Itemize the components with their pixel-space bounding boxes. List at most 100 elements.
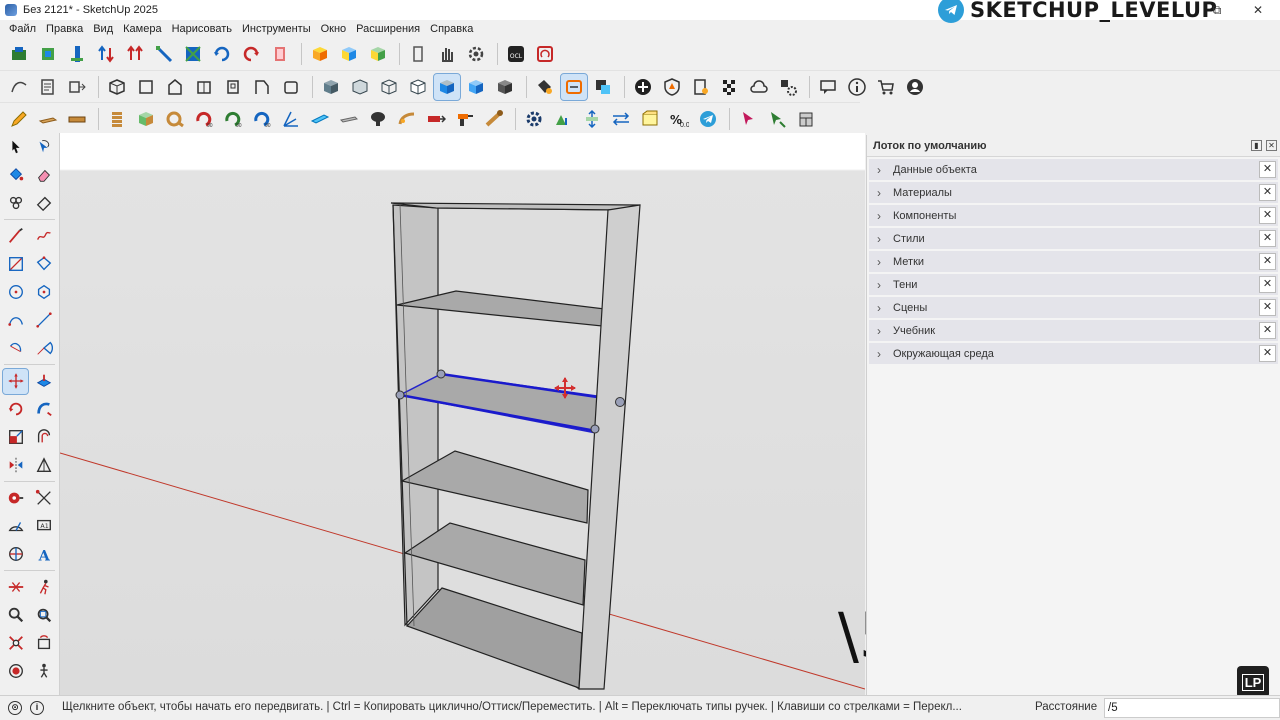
panel-entity-info[interactable]: › Данные объекта ✕ bbox=[869, 159, 1278, 180]
paint-bucket-icon[interactable] bbox=[3, 163, 28, 188]
ext-sheet-icon[interactable] bbox=[35, 74, 61, 100]
panel-close-icon[interactable]: ✕ bbox=[1259, 276, 1276, 293]
rotated-rectangle-icon[interactable] bbox=[31, 252, 56, 277]
panel-close-icon[interactable]: ✕ bbox=[1259, 299, 1276, 316]
ext-select-icon[interactable] bbox=[6, 41, 32, 67]
tape-measure-icon[interactable] bbox=[3, 486, 28, 511]
checker-icon[interactable] bbox=[717, 74, 743, 100]
3d-viewport[interactable] bbox=[60, 133, 865, 695]
line-pencil-icon[interactable] bbox=[3, 224, 28, 249]
telegram-small-icon[interactable] bbox=[695, 106, 721, 132]
info-status-icon[interactable]: i bbox=[30, 701, 44, 715]
zoom-window-icon[interactable] bbox=[31, 603, 56, 628]
dimension-vertical-icon[interactable] bbox=[579, 106, 605, 132]
menu-help[interactable]: Справка bbox=[425, 23, 478, 35]
gear-icon[interactable] bbox=[463, 41, 489, 67]
ext-panel-icon[interactable] bbox=[267, 41, 293, 67]
tray-close-icon[interactable]: ✕ bbox=[1266, 140, 1277, 151]
tree-person-icon[interactable] bbox=[550, 106, 576, 132]
cube-green-icon[interactable] bbox=[133, 106, 159, 132]
move-tool-icon[interactable] bbox=[2, 367, 29, 395]
text-tool-icon[interactable]: A1 bbox=[31, 514, 56, 539]
style-textures-icon[interactable] bbox=[463, 74, 489, 100]
zoom-extents-icon[interactable] bbox=[3, 631, 28, 656]
view-iso-icon[interactable] bbox=[104, 74, 130, 100]
swap-arrows-icon[interactable] bbox=[608, 106, 634, 132]
panel-grey-icon[interactable] bbox=[336, 106, 362, 132]
panel-materials[interactable]: › Материалы ✕ bbox=[869, 182, 1278, 203]
offset-icon[interactable] bbox=[31, 425, 56, 450]
panel-close-icon[interactable]: ✕ bbox=[1259, 184, 1276, 201]
box-green-icon[interactable] bbox=[365, 41, 391, 67]
door-icon[interactable] bbox=[405, 41, 431, 67]
panel-close-icon[interactable]: ✕ bbox=[1259, 253, 1276, 270]
panel-tags[interactable]: › Метки ✕ bbox=[869, 251, 1278, 272]
section-plane-icon[interactable] bbox=[3, 575, 28, 600]
cart-icon[interactable] bbox=[873, 74, 899, 100]
ext-curve-icon[interactable] bbox=[6, 74, 32, 100]
menu-view[interactable]: Вид bbox=[88, 23, 118, 35]
polygon-icon[interactable] bbox=[31, 280, 56, 305]
panel-instructor[interactable]: › Учебник ✕ bbox=[869, 320, 1278, 341]
rotate-90-blue-icon[interactable]: 90 bbox=[249, 106, 275, 132]
tag-eraser-icon[interactable] bbox=[31, 191, 56, 216]
ocl-cutlist-icon[interactable]: OCL bbox=[503, 41, 529, 67]
circle-icon[interactable] bbox=[3, 280, 28, 305]
menu-tools[interactable]: Инструменты bbox=[237, 23, 316, 35]
cloud-icon[interactable] bbox=[746, 74, 772, 100]
drill-icon[interactable] bbox=[452, 106, 478, 132]
note-icon[interactable] bbox=[637, 106, 663, 132]
style-xray-icon[interactable] bbox=[318, 74, 344, 100]
info-icon[interactable] bbox=[844, 74, 870, 100]
chat-icon[interactable] bbox=[815, 74, 841, 100]
style-wireframe-icon[interactable] bbox=[376, 74, 402, 100]
view-front-icon[interactable] bbox=[162, 74, 188, 100]
previous-view-icon[interactable] bbox=[31, 631, 56, 656]
pie-icon[interactable] bbox=[31, 336, 56, 361]
ext-column-icon[interactable] bbox=[64, 41, 90, 67]
add-circle-icon[interactable] bbox=[630, 74, 656, 100]
view-back-icon[interactable] bbox=[220, 74, 246, 100]
shield-orange-icon[interactable] bbox=[659, 74, 685, 100]
view-left-icon[interactable] bbox=[249, 74, 275, 100]
scale-icon[interactable] bbox=[3, 425, 28, 450]
push-pull-icon[interactable] bbox=[31, 369, 56, 394]
ext-arrow-box-icon[interactable] bbox=[64, 74, 90, 100]
ext-rotate-red-icon[interactable] bbox=[238, 41, 264, 67]
account-icon[interactable] bbox=[902, 74, 928, 100]
rotate-90-red-icon[interactable]: 90 bbox=[191, 106, 217, 132]
ext-dark-frame-icon[interactable] bbox=[590, 74, 616, 100]
ext-rotate-blue-icon[interactable] bbox=[209, 41, 235, 67]
cursor-green-icon[interactable] bbox=[764, 106, 790, 132]
rectangle-icon[interactable] bbox=[3, 252, 28, 277]
solid-tools-icon[interactable] bbox=[31, 453, 56, 478]
box-yellow-icon[interactable] bbox=[307, 41, 333, 67]
board-flat-icon[interactable] bbox=[35, 106, 61, 132]
look-around-icon[interactable] bbox=[31, 659, 56, 684]
knob-icon[interactable] bbox=[365, 106, 391, 132]
ext-tag-gear-icon[interactable] bbox=[532, 74, 558, 100]
ext-arrows-up-down-icon[interactable] bbox=[93, 41, 119, 67]
bookshelf-model[interactable] bbox=[60, 133, 865, 695]
3d-text-icon[interactable]: A bbox=[31, 542, 56, 567]
close-window-icon[interactable]: ✕ bbox=[1240, 0, 1276, 20]
ext-red-square-icon[interactable] bbox=[532, 41, 558, 67]
axes-tool-icon[interactable] bbox=[3, 542, 28, 567]
dimension-tool-icon[interactable] bbox=[31, 486, 56, 511]
drawer-slide-icon[interactable] bbox=[423, 106, 449, 132]
ext-orange-frame-icon[interactable] bbox=[560, 72, 588, 101]
pan-hand-icon[interactable] bbox=[434, 41, 460, 67]
panel-blue-icon[interactable] bbox=[307, 106, 333, 132]
panel-scenes[interactable]: › Сцены ✕ bbox=[869, 297, 1278, 318]
style-hidden-icon[interactable] bbox=[405, 74, 431, 100]
protractor-icon[interactable] bbox=[3, 514, 28, 539]
cabinet-icon[interactable] bbox=[793, 106, 819, 132]
menu-edit[interactable]: Правка bbox=[41, 23, 88, 35]
axes-angle-icon[interactable] bbox=[278, 106, 304, 132]
percent-icon[interactable]: % 0.0 bbox=[666, 106, 692, 132]
ext-arrows-red-icon[interactable] bbox=[122, 41, 148, 67]
panel-close-icon[interactable]: ✕ bbox=[1259, 161, 1276, 178]
freehand-icon[interactable] bbox=[31, 224, 56, 249]
menu-extensions[interactable]: Расширения bbox=[351, 23, 425, 35]
three-point-arc-icon[interactable] bbox=[3, 336, 28, 361]
